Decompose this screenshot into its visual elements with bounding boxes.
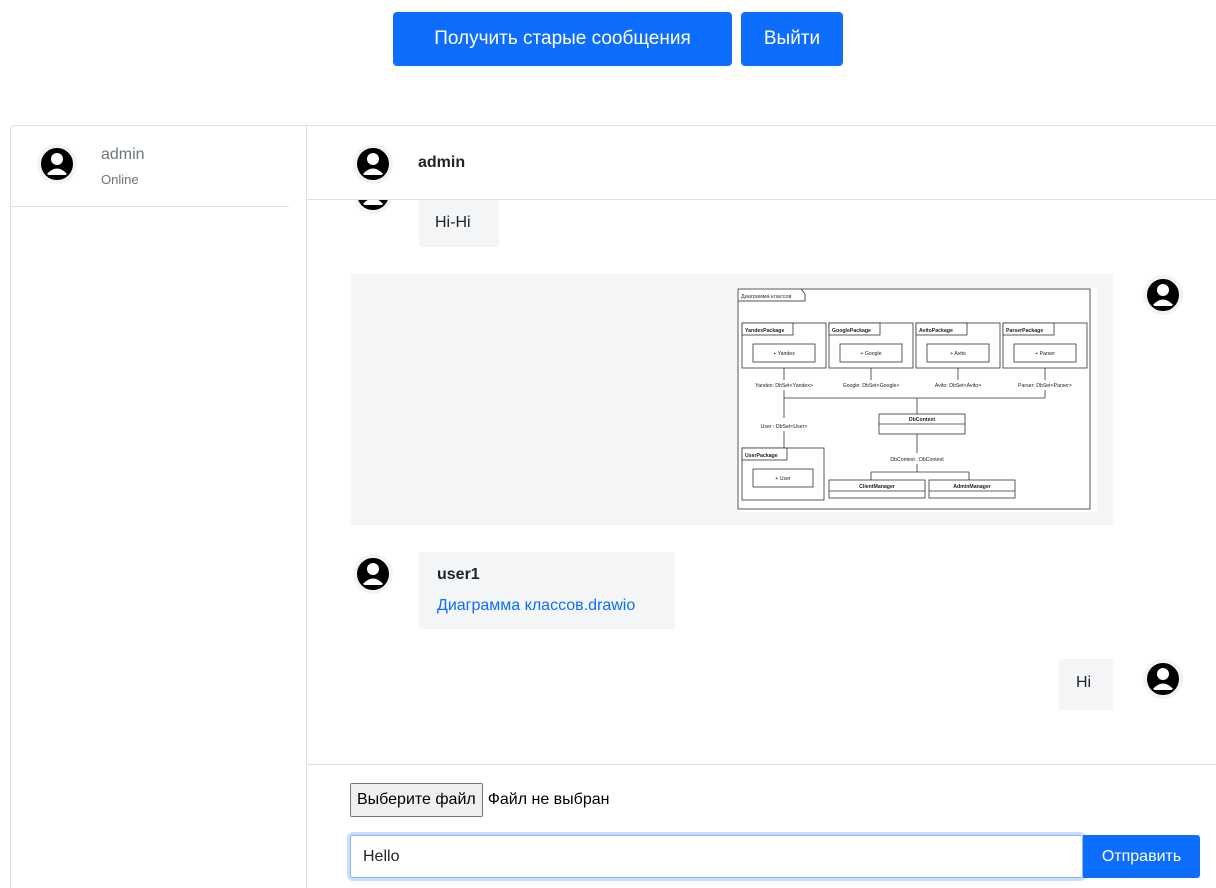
user-avatar-icon — [1143, 659, 1183, 699]
user-avatar-icon — [353, 554, 393, 594]
diagram-class-label: ClientManager — [859, 484, 895, 490]
file-message-bubble: user1 Диаграмма классов.drawio — [419, 552, 675, 629]
diagram-frame-title: Диаграмма классов — [741, 294, 791, 300]
user-avatar-icon — [1143, 275, 1183, 315]
diagram-class-label: + Parser — [1035, 351, 1055, 357]
file-status-text: Файл не выбран — [487, 791, 610, 808]
diagram-class-label: + Google — [860, 351, 881, 357]
user-avatar-icon — [353, 200, 393, 214]
message-bubble: Hi-Hi — [419, 200, 499, 247]
diagram-property-label: Google: DbSet<Google> — [843, 383, 900, 389]
message-input[interactable] — [350, 835, 1083, 878]
diagram-class-label: DbContext — [909, 417, 935, 423]
file-picker: Выберите файл Файл не выбран — [350, 783, 609, 817]
message-bubble: Hi — [1059, 659, 1113, 710]
diagram-property-label: Yandex: DbSet<Yandex> — [755, 383, 813, 389]
image-message-bubble: Диаграмма классов YandexPackage + Yandex… — [351, 274, 1113, 525]
diagram-property-label: Parser: DbSet<Parser> — [1018, 383, 1072, 389]
diagram-property-label: User : DbSet<User> — [761, 424, 808, 430]
logout-button[interactable]: Выйти — [741, 12, 843, 66]
diagram-class-label: + User — [775, 476, 791, 482]
contacts-sidebar: admin Online — [11, 126, 307, 888]
user-avatar-icon — [353, 144, 393, 184]
messages-list[interactable]: Hi-Hi Диаграмма классов YandexPackage + … — [307, 200, 1216, 765]
chat-card: admin Online admin Hi-Hi Диаграмма класс… — [10, 125, 1216, 888]
diagram-class-label: AdminManager — [953, 484, 990, 490]
get-old-messages-button[interactable]: Получить старые сообщения — [393, 12, 732, 66]
class-diagram-image[interactable]: Диаграмма классов YandexPackage + Yandex… — [737, 288, 1097, 512]
chat-header-name: admin — [418, 154, 466, 171]
message-sender: user1 — [437, 566, 480, 583]
chat-panel: admin Hi-Hi Диаграмма классов YandexPack… — [307, 126, 1216, 888]
diagram-property-label: DbContext : DbContext — [890, 457, 944, 463]
message-text: Hi — [1076, 674, 1092, 691]
diagram-property-label: Avito: DbSet<Avito> — [935, 383, 981, 389]
choose-file-button[interactable]: Выберите файл — [350, 783, 483, 817]
diagram-package-label: UserPackage — [745, 453, 778, 459]
diagram-package-label: GooglePackage — [832, 328, 871, 334]
contact-status: Online — [101, 172, 139, 187]
chat-header: admin — [307, 126, 1216, 200]
message-text: Hi-Hi — [435, 214, 471, 231]
diagram-package-label: ParserPackage — [1006, 328, 1043, 334]
diagram-class-label: + Yandex — [773, 351, 795, 357]
contact-name: admin — [101, 146, 145, 163]
file-download-link[interactable]: Диаграмма классов.drawio — [437, 597, 635, 615]
diagram-package-label: AvitoPackage — [919, 328, 953, 334]
diagram-class-label: + Avito — [950, 351, 966, 357]
diagram-package-label: YandexPackage — [745, 328, 784, 334]
user-avatar-icon — [37, 144, 77, 184]
contact-item-admin[interactable]: admin Online — [11, 126, 289, 207]
send-button[interactable]: Отправить — [1083, 835, 1200, 878]
